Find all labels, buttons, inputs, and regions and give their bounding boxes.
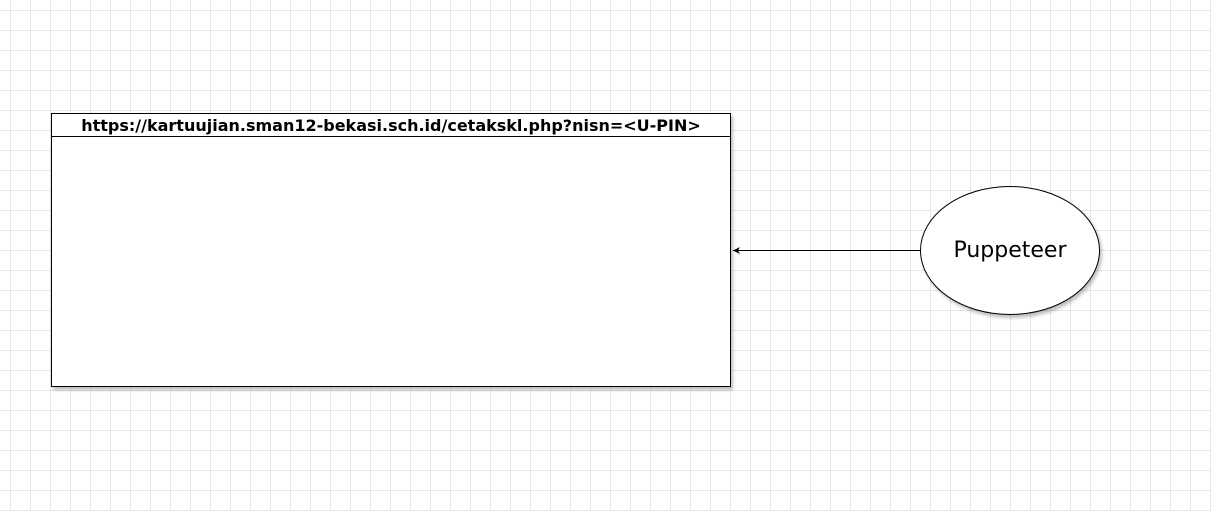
puppeteer-label: Puppeteer [953,238,1067,263]
diagram-canvas: https://kartuujian.sman12-bekasi.sch.id/… [0,0,1211,511]
puppeteer-node[interactable]: Puppeteer [920,186,1100,315]
browser-window-box[interactable]: https://kartuujian.sman12-bekasi.sch.id/… [51,113,731,387]
url-label: https://kartuujian.sman12-bekasi.sch.id/… [81,115,701,135]
url-header: https://kartuujian.sman12-bekasi.sch.id/… [52,114,730,137]
browser-window-body [52,137,730,386]
